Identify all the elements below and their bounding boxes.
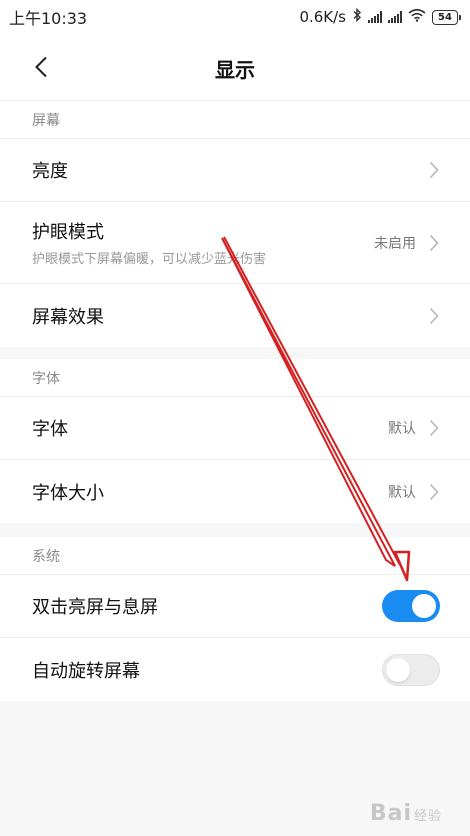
status-bar: 上午10:33 0.6K/s 54 [0, 0, 470, 34]
row-label: 亮度 [32, 161, 68, 182]
auto-rotate-row[interactable]: 自动旋转屏幕 [0, 638, 470, 701]
page-title: 显示 [215, 58, 255, 82]
network-speed: 0.6K/s [299, 8, 346, 26]
section-title: 系统 [0, 537, 470, 575]
battery-level: 54 [438, 11, 452, 23]
section-title: 屏幕 [0, 101, 470, 139]
status-time: 上午10:33 [9, 9, 88, 28]
row-value: 未启用 [374, 235, 416, 252]
auto-rotate-toggle[interactable] [382, 653, 440, 686]
double-tap-wake-row[interactable]: 双击亮屏与息屏 [0, 575, 470, 638]
font-size-row[interactable]: 字体大小 默认 [0, 460, 470, 523]
row-value: 默认 [388, 484, 416, 501]
signal-icon [368, 11, 382, 23]
double-tap-wake-toggle[interactable] [382, 590, 440, 622]
wifi-icon [408, 8, 426, 26]
row-label: 字体大小 [32, 482, 104, 504]
section-title: 字体 [0, 359, 470, 397]
row-label: 双击亮屏与息屏 [32, 597, 158, 618]
row-label: 护眼模式 [32, 222, 104, 243]
section-screen: 屏幕 亮度 护眼模式 护眼模式下屏幕偏暖，可以减少蓝光伤害 未启用 屏幕效果 [0, 101, 470, 347]
chevron-right-icon [428, 234, 440, 252]
brightness-row[interactable]: 亮度 [0, 139, 470, 202]
chevron-right-icon [428, 161, 440, 179]
row-label: 屏幕效果 [32, 306, 104, 328]
watermark-logo: Bai 经验 [370, 801, 442, 826]
header: 显示 [0, 34, 470, 101]
section-system: 系统 双击亮屏与息屏 自动旋转屏幕 [0, 537, 470, 701]
toggle-knob [386, 657, 410, 682]
bluetooth-icon [352, 7, 362, 26]
screen-effect-row[interactable]: 屏幕效果 [0, 284, 470, 347]
chevron-right-icon [428, 483, 440, 501]
watermark-brand: Bai [369, 801, 412, 826]
chevron-right-icon [428, 307, 440, 325]
row-label: 字体 [32, 419, 68, 440]
eye-protection-row[interactable]: 护眼模式 护眼模式下屏幕偏暖，可以减少蓝光伤害 未启用 [0, 202, 470, 284]
battery-icon: 54 [432, 9, 461, 25]
chevron-right-icon [428, 419, 440, 437]
status-icons: 0.6K/s 54 [299, 7, 461, 26]
watermark-sub: 经验 [413, 809, 442, 824]
row-subtitle: 护眼模式下屏幕偏暖，可以减少蓝光伤害 [32, 252, 267, 267]
row-label: 自动旋转屏幕 [32, 660, 140, 682]
font-row[interactable]: 字体 默认 [0, 397, 470, 460]
signal-icon [388, 11, 402, 23]
toggle-knob [412, 594, 436, 618]
row-value: 默认 [388, 421, 416, 437]
section-font: 字体 字体 默认 字体大小 默认 [0, 359, 470, 523]
